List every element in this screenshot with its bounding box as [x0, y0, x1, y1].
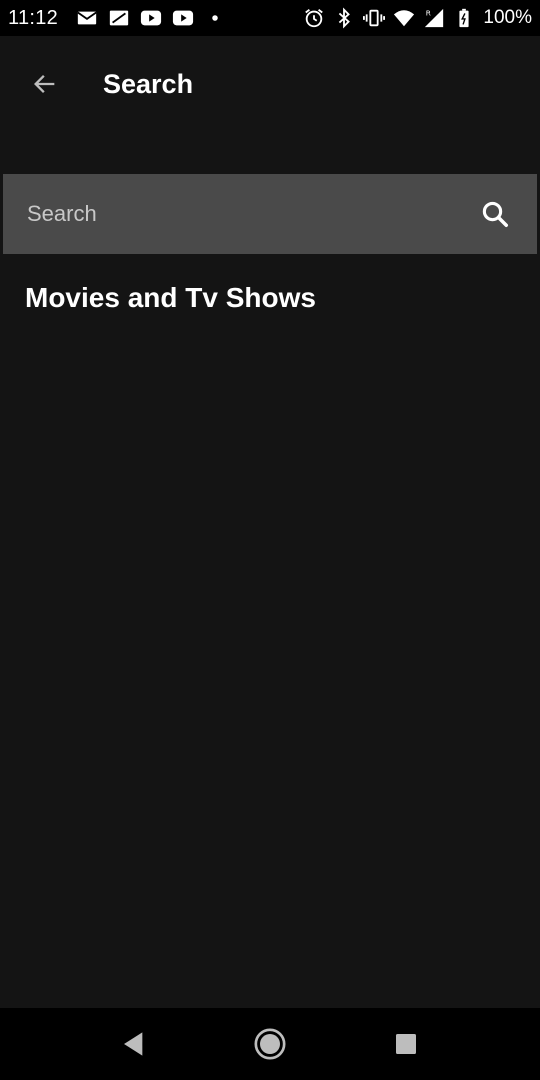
status-bar: 11:12 R 100%: [0, 0, 540, 36]
square-recents-icon: [396, 1034, 416, 1054]
navigation-bar: [0, 1008, 540, 1080]
search-bar: [3, 174, 537, 254]
triangle-back-icon: [124, 1032, 143, 1056]
alarm-icon: [303, 7, 325, 29]
section-heading: Movies and Tv Shows: [25, 282, 316, 313]
search-input[interactable]: [3, 174, 465, 254]
page-title: Search: [103, 68, 194, 99]
status-time: 11:12: [8, 6, 59, 29]
arrow-left-icon: [34, 75, 55, 93]
app-bar: Search: [0, 36, 540, 132]
wifi-icon: [393, 7, 415, 29]
nav-home-button[interactable]: [246, 1020, 294, 1068]
image-icon: [108, 7, 130, 29]
nav-back-button[interactable]: [110, 1020, 158, 1068]
search-button[interactable]: [465, 184, 525, 244]
gmail-icon: [76, 7, 98, 29]
status-right: R 100%: [303, 7, 532, 29]
vibrate-icon: [363, 7, 386, 29]
home-circle-icon: [254, 1028, 286, 1060]
battery-percent: 100%: [483, 7, 532, 28]
battery-icon: [453, 7, 475, 29]
youtube-icon: [172, 7, 194, 29]
search-icon: [482, 201, 508, 227]
nav-recents-button[interactable]: [382, 1020, 430, 1068]
status-left: 11:12: [8, 7, 226, 30]
back-button[interactable]: [17, 56, 73, 112]
dot-icon: [204, 7, 226, 29]
screen: 11:12 R 100% Search Search Movies and Tv…: [0, 0, 540, 1080]
bluetooth-icon: [333, 7, 355, 29]
signal-icon: R: [423, 7, 445, 29]
svg-text:R: R: [426, 8, 431, 17]
youtube-icon: [140, 7, 162, 29]
